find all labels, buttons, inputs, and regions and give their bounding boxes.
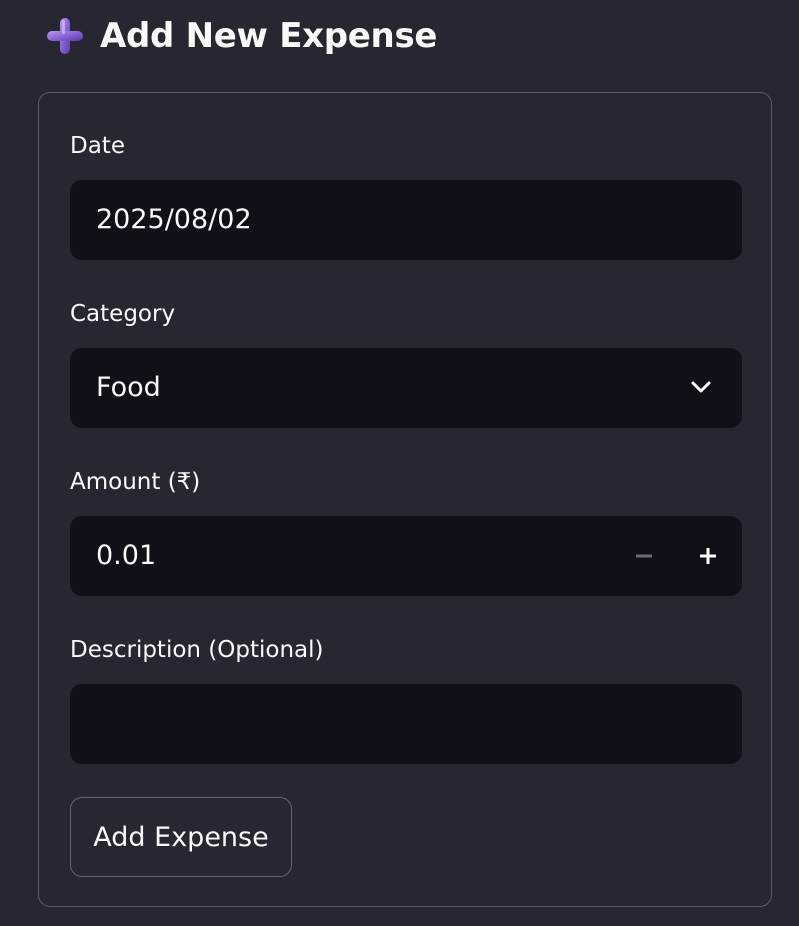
- increment-button[interactable]: [684, 532, 732, 580]
- category-value: Food: [96, 372, 161, 403]
- category-select[interactable]: Food: [70, 348, 742, 428]
- category-label: Category: [70, 301, 176, 327]
- minus-icon: [636, 554, 652, 558]
- amount-number-input[interactable]: 0.01: [70, 516, 742, 596]
- description-label: Description (Optional): [70, 637, 324, 663]
- date-value: 2025/08/02: [96, 204, 252, 235]
- date-input[interactable]: 2025/08/02: [70, 180, 742, 260]
- page-title: Add New Expense: [100, 16, 438, 56]
- expense-page: Add New Expense Date 2025/08/02 Category…: [0, 0, 799, 926]
- chevron-down-icon: [690, 376, 712, 398]
- heavy-plus-emoji-icon: [44, 15, 86, 57]
- expense-form: Date 2025/08/02 Category Food Amount (₹)…: [38, 92, 772, 907]
- decrement-button[interactable]: [620, 532, 668, 580]
- amount-value: 0.01: [96, 540, 157, 571]
- add-expense-button[interactable]: Add Expense: [70, 797, 292, 877]
- plus-icon: [700, 548, 716, 564]
- amount-label: Amount (₹): [70, 469, 201, 495]
- section-header: Add New Expense: [44, 12, 437, 60]
- date-label: Date: [70, 133, 125, 159]
- description-input[interactable]: [70, 684, 742, 764]
